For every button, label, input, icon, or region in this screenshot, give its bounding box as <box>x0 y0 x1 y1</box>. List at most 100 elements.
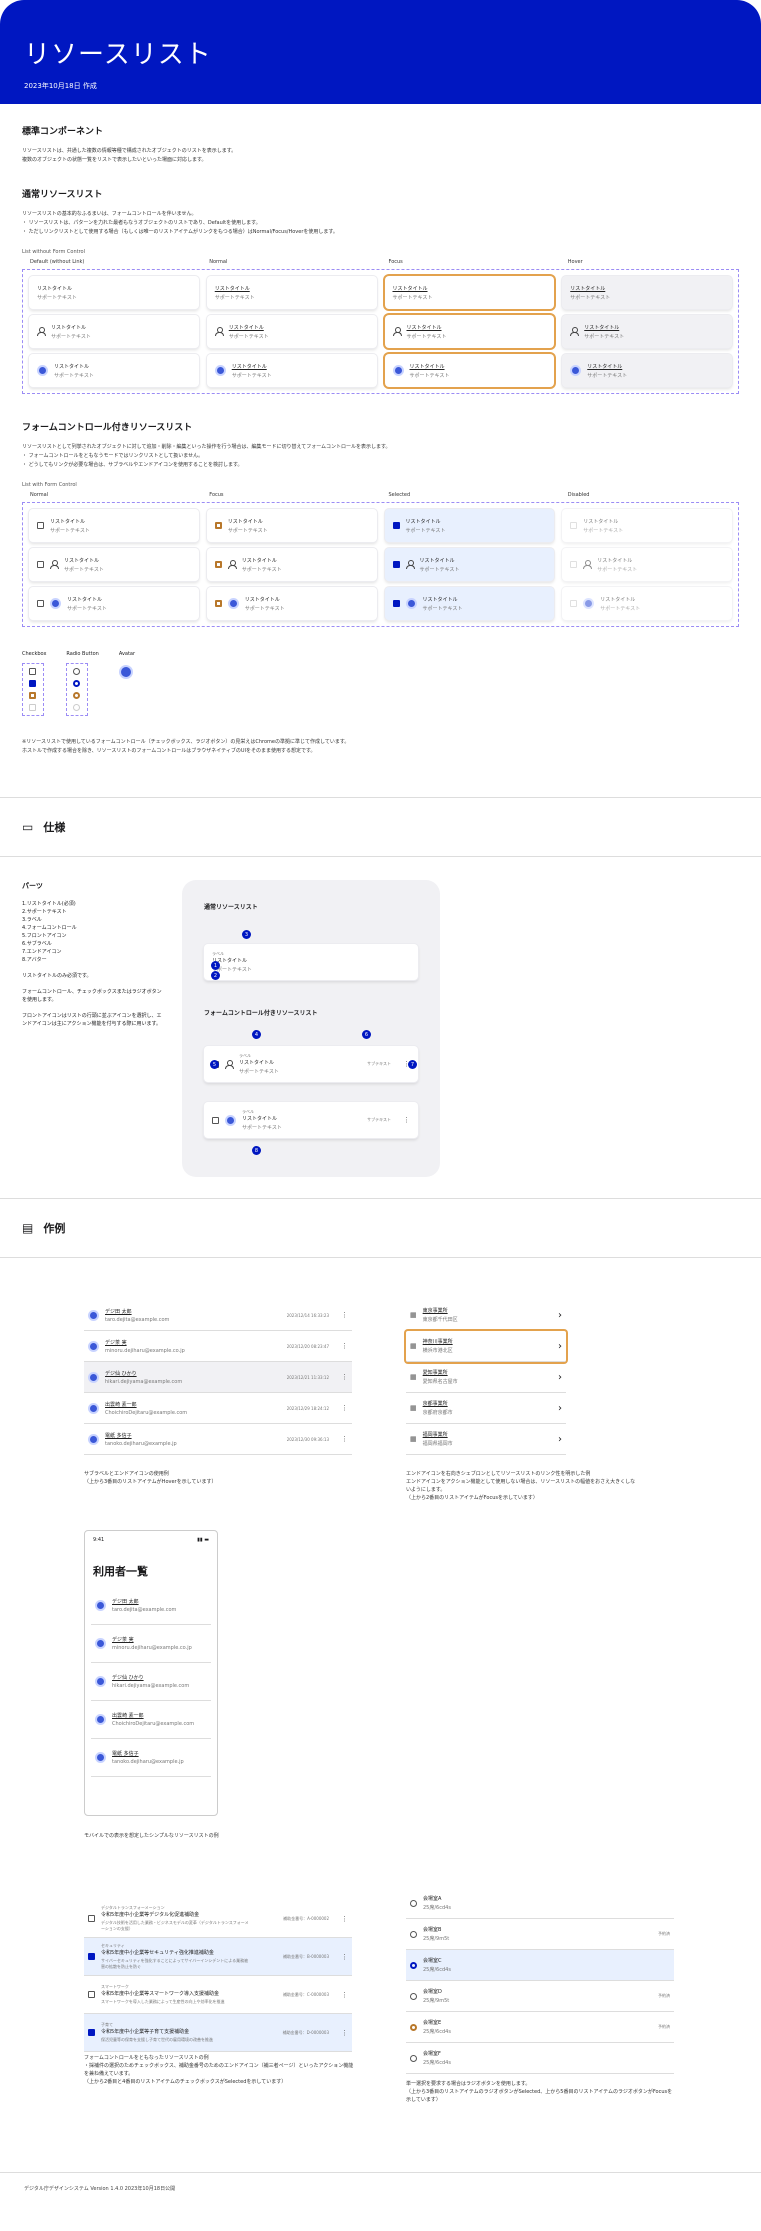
office-text: 福岡事業所 福岡県福岡市 <box>423 1431 453 1447</box>
user-mail: tanoko.dejiharu@example.jp <box>105 1440 177 1447</box>
subsidy-row[interactable]: 子育て 令和5年度中小企業等子育て支援補助金 保活児童等の保育を支援し子育て世代の雇… <box>84 2014 352 2052</box>
radio[interactable] <box>410 2054 417 2062</box>
parts-item: 6.サブラベル <box>22 941 52 947</box>
room-row[interactable]: 会場室D 25席/9m5t 予約済 <box>406 1981 674 2012</box>
office-row[interactable]: ▦ 愛知事業所 愛知県名古屋市 › <box>406 1362 566 1393</box>
radio[interactable] <box>73 680 81 687</box>
footer: デジタル庁デザインシステム Version 1.4.0 2023年10月18日公… <box>0 2172 761 2204</box>
user-row[interactable]: デジ田 太郎 taro.dejita@example.com 2023/12/14 … <box>84 1300 352 1331</box>
user-row[interactable]: デジ仙 ひかり hikari.dejiyama@example.com 2023/1… <box>84 1362 352 1393</box>
office-row[interactable]: ▦ 京都事業所 京都府京都市 › <box>406 1393 566 1424</box>
item-text: リストタイトル サポートテキスト <box>242 557 282 573</box>
more-icon[interactable]: ⋮ <box>341 1373 348 1381</box>
avatar <box>95 1600 106 1611</box>
list-item[interactable]: リストタイトル サポートテキスト <box>384 276 555 309</box>
more-icon[interactable]: ⋮ <box>341 1915 348 1923</box>
checkbox[interactable] <box>214 561 222 568</box>
room-row[interactable]: 会場室E 25席/6cd4s 予約済 <box>406 2012 674 2043</box>
checkbox[interactable] <box>392 522 400 529</box>
more-icon[interactable]: ⋮ <box>341 1435 348 1443</box>
subsidy-text: セキュリティ 令和5年度中小企業等セキュリティ強化推進補助金 サイバーセキュリティを… <box>101 1943 251 1970</box>
phone-user-row[interactable]: 電紙 多信子 tanoko.dejiharu@example.jp <box>91 1739 211 1777</box>
more-icon[interactable]: ⋮ <box>341 1953 348 1961</box>
more-icon[interactable]: ⋮ <box>341 2029 348 2037</box>
room-row[interactable]: 会場室B 25席/9m5t 予約済 <box>406 1919 674 1950</box>
list-item[interactable]: リストタイトル サポートテキスト <box>29 587 199 620</box>
user-row[interactable]: 出雲崎 素一郎 ChoichiroDejitaru@example.com 2023… <box>84 1393 352 1424</box>
list-item[interactable]: リストタイトル サポートテキスト <box>562 354 732 387</box>
list-item[interactable]: リストタイトル サポートテキスト <box>384 587 555 620</box>
more-icon[interactable]: ⋮ <box>341 1991 348 1999</box>
checkbox[interactable] <box>214 522 222 529</box>
room-row[interactable]: 会場室C 25席/6cd4s <box>406 1950 674 1981</box>
list-item[interactable]: リストタイトル サポートテキスト <box>384 548 555 581</box>
checkbox[interactable] <box>88 2029 95 2036</box>
checkbox[interactable] <box>88 1915 95 1922</box>
subsidy-row[interactable]: デジタルトランスフォーメーション 令和5年度中小企業等デジタル化促進補助金 デジタル… <box>84 1900 352 1938</box>
checkbox[interactable] <box>88 1991 95 1998</box>
radio[interactable] <box>410 1992 417 2000</box>
office-row[interactable]: ▦ 神奈川事業所 横浜市港北区 › <box>406 1331 566 1362</box>
checkbox[interactable] <box>214 600 222 607</box>
more-icon[interactable]: ⋮ <box>341 1404 348 1412</box>
checkbox[interactable] <box>37 600 44 607</box>
subsidy-row[interactable]: セキュリティ 令和5年度中小企業等セキュリティ強化推進補助金 サイバーセキュリティを… <box>84 1938 352 1976</box>
callout-4: 4 <box>252 1030 261 1039</box>
list-item[interactable]: リストタイトル サポートテキスト <box>562 276 732 309</box>
user-row[interactable]: デジ茶 実 minoru.dejiharu@example.co.jp 2023/1… <box>84 1331 352 1362</box>
room-row[interactable]: 会場室A 25席/6cd4s <box>406 1888 674 1919</box>
checkbox[interactable] <box>37 522 44 529</box>
checkbox[interactable] <box>392 600 400 607</box>
subsidy-row[interactable]: スマートワーク 令和5年度中小企業等スマートワーク導入支援補助金 スマートワークを導… <box>84 1976 352 2014</box>
office-row[interactable]: ▦ 東京事業所 東京都千代田区 › <box>406 1300 566 1331</box>
list-item[interactable]: リストタイトル サポートテキスト <box>206 315 377 348</box>
list-item[interactable]: リストタイトル サポートテキスト <box>384 315 555 348</box>
radio[interactable] <box>410 1961 417 1969</box>
user-text: デジ茶 実 minoru.dejiharu@example.co.jp <box>105 1339 185 1354</box>
room-name: 会場室D <box>423 1989 442 1995</box>
list-item[interactable]: リストタイトル サポートテキスト <box>384 354 555 387</box>
checkbox[interactable] <box>88 1953 95 1960</box>
radio[interactable] <box>410 1899 417 1907</box>
status-time: 9:41 <box>93 1537 105 1543</box>
phone-user-row[interactable]: デジ茶 実 minoru.dejiharu@example.co.jp <box>91 1625 211 1663</box>
more-icon[interactable]: ⋮ <box>341 1311 348 1319</box>
list-item[interactable]: リストタイトル サポートテキスト <box>562 315 732 348</box>
checkbox[interactable] <box>29 668 36 675</box>
list-item[interactable]: リストタイトル サポートテキスト <box>29 548 199 581</box>
phone-user-row[interactable]: デジ仙 ひかり hikari.dejiyama@example.com <box>91 1663 211 1701</box>
list-item[interactable]: リストタイトル サポートテキスト <box>206 509 377 542</box>
radio-label: Radio Button <box>66 651 99 657</box>
phone-user-row[interactable]: 出雲崎 素一郎 ChoichiroDejitaru@example.com <box>91 1701 211 1739</box>
list-item[interactable]: リストタイトル サポートテキスト <box>206 354 377 387</box>
parts-item: 4.フォームコントロール <box>22 925 77 931</box>
list-item[interactable]: リストタイトル サポートテキスト <box>29 509 199 542</box>
checkbox[interactable] <box>37 561 44 568</box>
list-item[interactable]: リストタイトル サポートテキスト <box>384 509 555 542</box>
radio[interactable] <box>410 2023 417 2031</box>
list-item[interactable]: リストタイトル サポートテキスト <box>206 587 377 620</box>
list-item[interactable]: リストタイトル サポートテキスト <box>206 548 377 581</box>
checkbox[interactable] <box>392 561 400 568</box>
user-date: 2023/12/29 18:24:12 <box>286 1405 329 1411</box>
item-support: サポートテキスト <box>67 605 107 612</box>
building-icon: ▦ <box>410 1435 417 1443</box>
office-row[interactable]: ▦ 福岡事業所 福岡県福岡市 › <box>406 1424 566 1455</box>
checkbox[interactable] <box>29 692 36 699</box>
radio[interactable] <box>73 692 81 699</box>
checkbox[interactable] <box>29 680 36 687</box>
room-row[interactable]: 会場室F 25席/6cd4s <box>406 2043 674 2074</box>
radio[interactable] <box>73 668 81 675</box>
more-icon[interactable]: ⋮ <box>341 1342 348 1350</box>
item-support: サポートテキスト <box>392 294 433 301</box>
office-address: 横浜市港北区 <box>422 1348 453 1354</box>
list-item[interactable]: リストタイトル サポートテキスト <box>206 276 377 309</box>
radio[interactable] <box>410 1930 417 1938</box>
callout-6: 6 <box>362 1030 371 1039</box>
phone-user-row[interactable]: デジ田 太郎 taro.dejita@example.com <box>91 1587 211 1625</box>
callout-5: 5 <box>210 1060 219 1069</box>
user-row[interactable]: 電紙 多信子 tanoko.dejiharu@example.jp 2023/12/… <box>84 1424 352 1455</box>
office-address: 京都府京都市 <box>422 1410 453 1416</box>
avatar <box>570 365 582 376</box>
parts-item: 1.リストタイトル(必須) <box>22 901 76 907</box>
